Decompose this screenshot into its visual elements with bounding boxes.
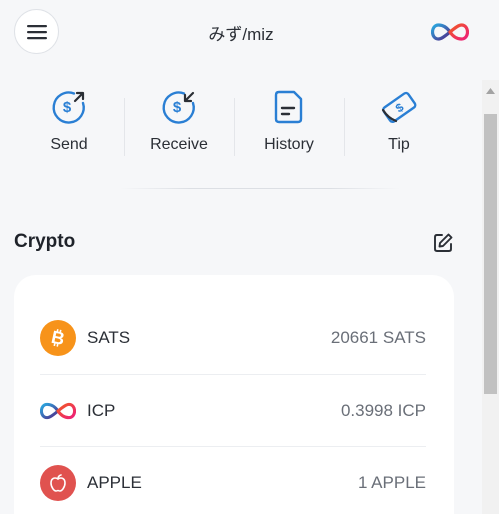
coin-amount: 1 APPLE — [357, 472, 426, 492]
history-label: History — [264, 136, 314, 153]
scrollbar-thumb[interactable] — [484, 114, 497, 394]
crypto-row-icp[interactable]: ICP 0.3998 ICP — [40, 374, 426, 446]
coin-amount: 0.3998 ICP — [340, 400, 426, 420]
crypto-card: B SATS 20661 SATS ICP 0.3998 ICP APPLE 1… — [14, 275, 454, 514]
edit-icon[interactable] — [432, 232, 454, 254]
coin-name: SATS — [87, 328, 131, 347]
scroll-up-arrow-icon[interactable] — [482, 84, 499, 98]
tip-icon: $ — [381, 91, 417, 123]
tip-button[interactable]: $ Tip — [344, 88, 454, 158]
receive-button[interactable]: $ Receive — [124, 88, 234, 158]
tip-label: Tip — [388, 136, 410, 153]
coin-name: ICP — [87, 400, 116, 420]
send-dollar-icon: $ — [52, 91, 85, 124]
section-divider — [120, 188, 400, 189]
send-label: Send — [50, 136, 88, 153]
history-button[interactable]: History — [234, 88, 344, 158]
crypto-section-title: Crypto — [14, 231, 76, 252]
history-icon — [274, 90, 303, 124]
coin-name: APPLE — [87, 472, 142, 492]
quick-actions: $ Send $ Receive History $ Tip — [14, 88, 454, 158]
crypto-row-sats[interactable]: B SATS 20661 SATS — [40, 302, 426, 374]
icp-logo-icon[interactable] — [431, 22, 469, 42]
receive-dollar-icon: $ — [162, 91, 195, 124]
vertical-scrollbar[interactable] — [482, 80, 499, 514]
icp-infinity-icon — [40, 392, 76, 429]
header-bar: みず/miz — [0, 0, 482, 64]
svg-text:$: $ — [63, 99, 72, 116]
coin-amount: 20661 SATS — [330, 328, 426, 347]
page-title: みず/miz — [208, 25, 274, 44]
apple-icon — [40, 464, 76, 501]
bitcoin-icon: B — [40, 320, 76, 356]
crypto-row-apple[interactable]: APPLE 1 APPLE — [40, 446, 426, 514]
receive-label: Receive — [150, 136, 208, 153]
svg-text:$: $ — [173, 99, 182, 116]
send-button[interactable]: $ Send — [14, 88, 124, 158]
